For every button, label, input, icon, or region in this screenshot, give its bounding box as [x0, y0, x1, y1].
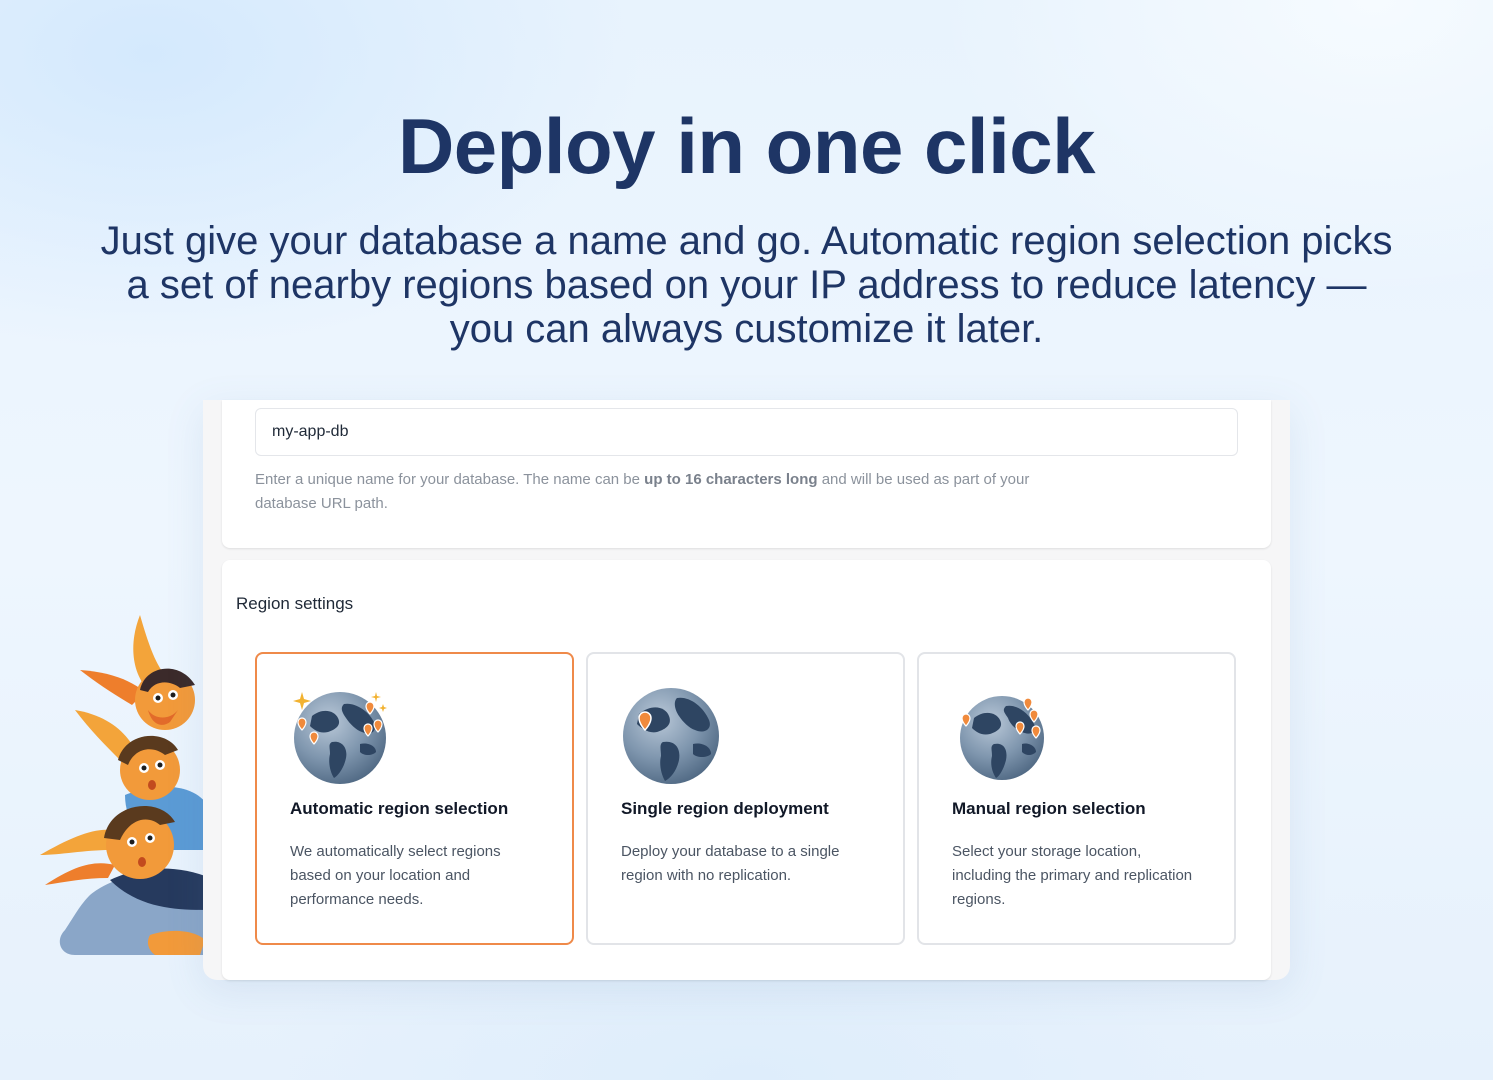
- database-name-input[interactable]: [255, 408, 1238, 456]
- page-title: Deploy in one click: [397, 102, 1096, 190]
- option-title: Automatic region selection: [290, 799, 509, 818]
- database-name-card: Enter a unique name for your database. T…: [222, 400, 1271, 548]
- mascot-illustration: [40, 615, 210, 955]
- globe-multi-pin-icon: [960, 696, 1044, 780]
- create-database-panel: Enter a unique name for your database. T…: [203, 400, 1290, 980]
- page-subtitle: Just give your database a name and go. A…: [100, 219, 1393, 351]
- globe-pin-icon: [623, 688, 719, 784]
- option-title: Manual region selection: [952, 799, 1146, 818]
- help-text-bold: up to 16 characters long: [644, 471, 818, 488]
- region-settings-label: Region settings: [236, 594, 354, 613]
- option-description: Select your storage location, including …: [952, 843, 1193, 908]
- database-name-help: Enter a unique name for your database. T…: [255, 468, 1075, 516]
- character-top: [80, 615, 195, 730]
- option-automatic-region[interactable]: Automatic region selection We automatica…: [255, 652, 574, 945]
- option-single-region[interactable]: Single region deployment Deploy your dat…: [586, 652, 905, 945]
- option-manual-region[interactable]: Manual region selection Select your stor…: [917, 652, 1236, 945]
- option-description: We automatically select regions based on…: [290, 843, 501, 908]
- help-text-start: Enter a unique name for your database. T…: [255, 471, 645, 488]
- option-title: Single region deployment: [621, 799, 829, 818]
- option-description: Deploy your database to a single region …: [621, 843, 840, 884]
- globe-sparkle-icon: [293, 692, 387, 784]
